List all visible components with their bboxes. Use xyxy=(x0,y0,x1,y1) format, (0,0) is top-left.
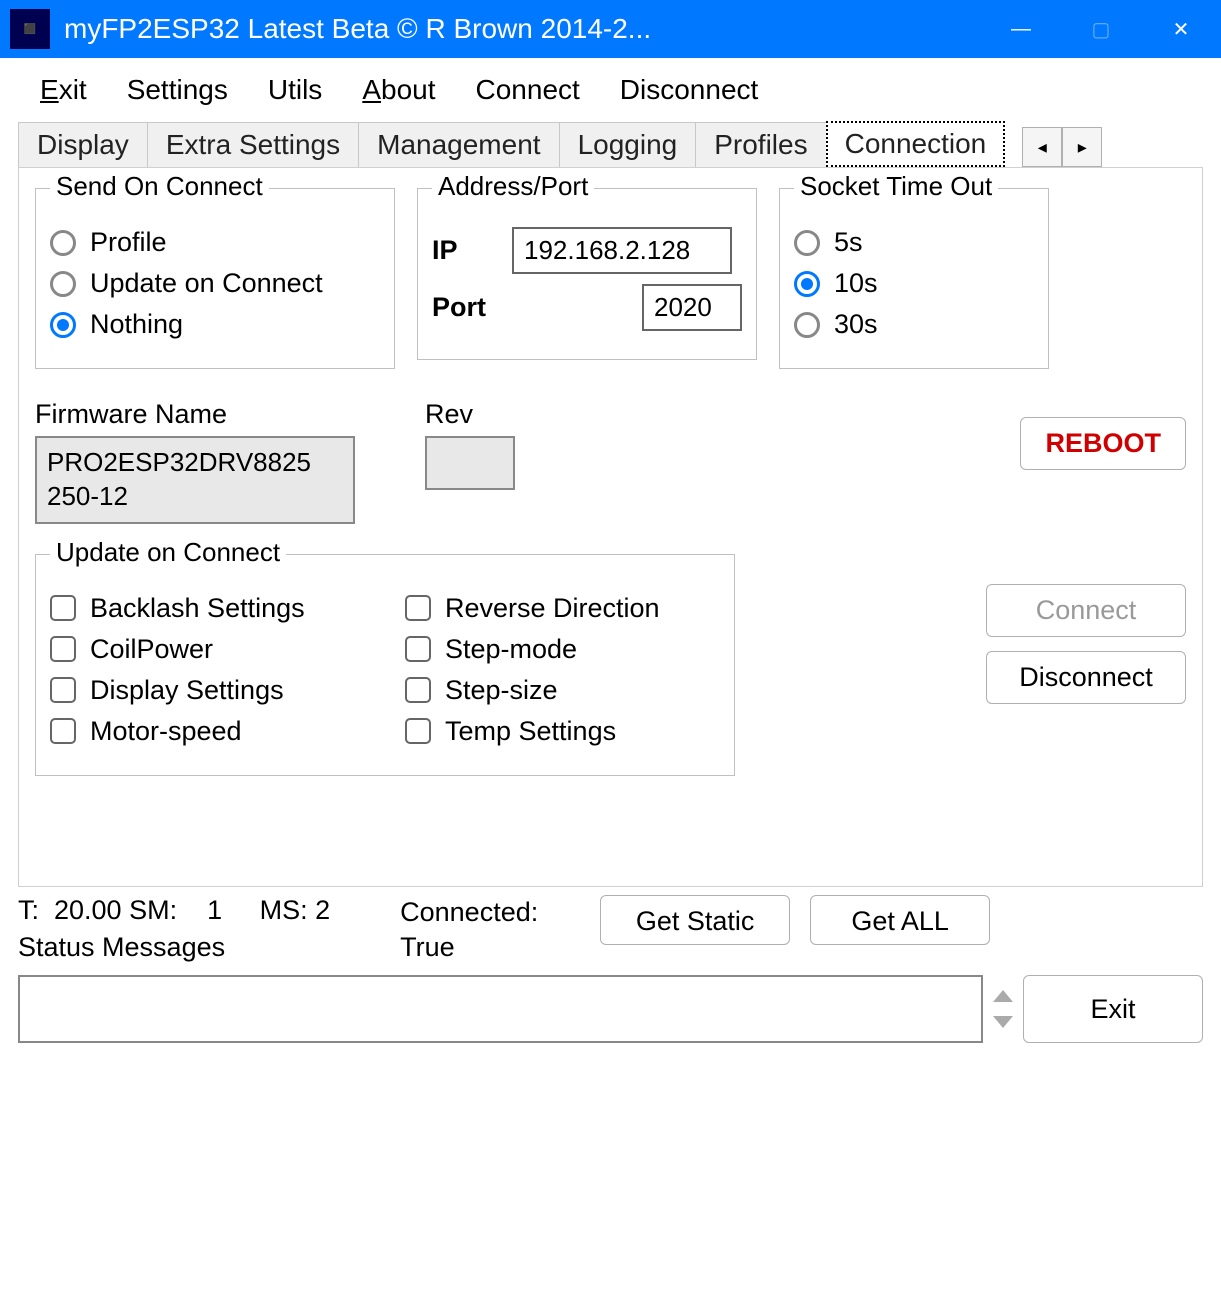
radio-30s[interactable]: 30s xyxy=(794,309,1034,340)
radio-icon xyxy=(50,230,76,256)
socket-timeout-legend: Socket Time Out xyxy=(794,171,998,202)
tabstrip: Display Extra Settings Management Loggin… xyxy=(18,121,1203,167)
check-label: Display Settings xyxy=(90,675,284,706)
menu-about[interactable]: About xyxy=(362,74,435,106)
tab-extra-settings[interactable]: Extra Settings xyxy=(147,122,359,167)
status-readings: T: 20.00 SM: 1 MS: 2 xyxy=(18,895,330,926)
tab-scroll-right[interactable]: ▸ xyxy=(1062,127,1102,167)
check-label: Motor-speed xyxy=(90,716,242,747)
tab-scroll-left[interactable]: ◂ xyxy=(1022,127,1062,167)
ip-label: IP xyxy=(432,235,492,266)
app-icon: ⬛ xyxy=(10,9,50,49)
ip-input[interactable] xyxy=(512,227,732,274)
check-label: Temp Settings xyxy=(445,716,616,747)
firmware-rev-value xyxy=(425,436,515,490)
tab-display[interactable]: Display xyxy=(18,122,148,167)
status-messages-spinner[interactable] xyxy=(993,975,1013,1043)
menu-settings[interactable]: Settings xyxy=(127,74,228,106)
checkbox-icon xyxy=(50,595,76,621)
check-label: Step-size xyxy=(445,675,558,706)
radio-icon xyxy=(794,230,820,256)
check-label: Reverse Direction xyxy=(445,593,660,624)
send-on-connect-group: Send On Connect Profile Update on Connec… xyxy=(35,188,395,369)
spinner-up-icon[interactable] xyxy=(993,990,1013,1002)
connection-panel: Send On Connect Profile Update on Connec… xyxy=(18,167,1203,887)
checkbox-icon xyxy=(50,636,76,662)
radio-icon xyxy=(50,271,76,297)
check-label: CoilPower xyxy=(90,634,213,665)
radio-label: 30s xyxy=(834,309,878,340)
firmware-rev-label: Rev xyxy=(425,399,515,430)
tab-profiles[interactable]: Profiles xyxy=(695,122,826,167)
check-step-mode[interactable]: Step-mode xyxy=(405,634,720,665)
spinner-down-icon[interactable] xyxy=(993,1016,1013,1028)
checkbox-icon xyxy=(405,595,431,621)
checkbox-icon xyxy=(405,718,431,744)
port-label: Port xyxy=(432,292,492,323)
tab-connection[interactable]: Connection xyxy=(826,121,1006,167)
menu-disconnect[interactable]: Disconnect xyxy=(620,74,759,106)
checkbox-icon xyxy=(50,718,76,744)
radio-label: 10s xyxy=(834,268,878,299)
get-all-button[interactable]: Get ALL xyxy=(810,895,990,945)
radio-5s[interactable]: 5s xyxy=(794,227,1034,258)
check-label: Step-mode xyxy=(445,634,577,665)
disconnect-button[interactable]: Disconnect xyxy=(986,651,1186,704)
radio-nothing[interactable]: Nothing xyxy=(50,309,380,340)
checkbox-icon xyxy=(50,677,76,703)
check-label: Backlash Settings xyxy=(90,593,305,624)
maximize-button[interactable]: ▢ xyxy=(1061,0,1141,58)
check-motor-speed[interactable]: Motor-speed xyxy=(50,716,365,747)
firmware-name-value: PRO2ESP32DRV8825250-12 xyxy=(35,436,355,524)
radio-label: Update on Connect xyxy=(90,268,323,299)
radio-10s[interactable]: 10s xyxy=(794,268,1034,299)
reboot-button[interactable]: REBOOT xyxy=(1020,417,1186,470)
radio-profile[interactable]: Profile xyxy=(50,227,380,258)
radio-icon xyxy=(794,271,820,297)
menu-connect[interactable]: Connect xyxy=(476,74,580,106)
tab-logging[interactable]: Logging xyxy=(559,122,697,167)
update-on-connect-group: Update on Connect Backlash Settings Coil… xyxy=(35,554,735,776)
checkbox-icon xyxy=(405,677,431,703)
radio-icon xyxy=(50,312,76,338)
get-static-button[interactable]: Get Static xyxy=(600,895,790,945)
port-input[interactable] xyxy=(642,284,742,331)
close-button[interactable]: ✕ xyxy=(1141,0,1221,58)
tab-scroll: ◂ ▸ xyxy=(1022,127,1102,167)
connection-status: Connected:True xyxy=(400,895,580,965)
window-title: myFP2ESP32 Latest Beta © R Brown 2014-2.… xyxy=(64,13,981,45)
radio-label: 5s xyxy=(834,227,863,258)
radio-label: Profile xyxy=(90,227,167,258)
socket-timeout-group: Socket Time Out 5s 10s 30s xyxy=(779,188,1049,369)
menu-exit[interactable]: Exit xyxy=(40,74,87,106)
check-temp-settings[interactable]: Temp Settings xyxy=(405,716,720,747)
status-messages-box[interactable] xyxy=(18,975,983,1043)
checkbox-icon xyxy=(405,636,431,662)
check-reverse-direction[interactable]: Reverse Direction xyxy=(405,593,720,624)
minimize-button[interactable]: ― xyxy=(981,0,1061,58)
menubar: Exit Settings Utils About Connect Discon… xyxy=(0,58,1221,119)
send-on-connect-legend: Send On Connect xyxy=(50,171,269,202)
statusbar: T: 20.00 SM: 1 MS: 2 Status Messages Con… xyxy=(0,887,1221,1057)
radio-label: Nothing xyxy=(90,309,183,340)
check-display-settings[interactable]: Display Settings xyxy=(50,675,365,706)
status-messages-label: Status Messages xyxy=(18,932,330,963)
menu-utils[interactable]: Utils xyxy=(268,74,322,106)
address-port-legend: Address/Port xyxy=(432,171,594,202)
radio-update-on-connect[interactable]: Update on Connect xyxy=(50,268,380,299)
address-port-group: Address/Port IP Port xyxy=(417,188,757,360)
check-backlash[interactable]: Backlash Settings xyxy=(50,593,365,624)
tab-management[interactable]: Management xyxy=(358,122,559,167)
firmware-name-label: Firmware Name xyxy=(35,399,395,430)
check-coilpower[interactable]: CoilPower xyxy=(50,634,365,665)
update-on-connect-legend: Update on Connect xyxy=(50,537,286,568)
radio-icon xyxy=(794,312,820,338)
connect-button[interactable]: Connect xyxy=(986,584,1186,637)
exit-button[interactable]: Exit xyxy=(1023,975,1203,1043)
check-step-size[interactable]: Step-size xyxy=(405,675,720,706)
titlebar: ⬛ myFP2ESP32 Latest Beta © R Brown 2014-… xyxy=(0,0,1221,58)
